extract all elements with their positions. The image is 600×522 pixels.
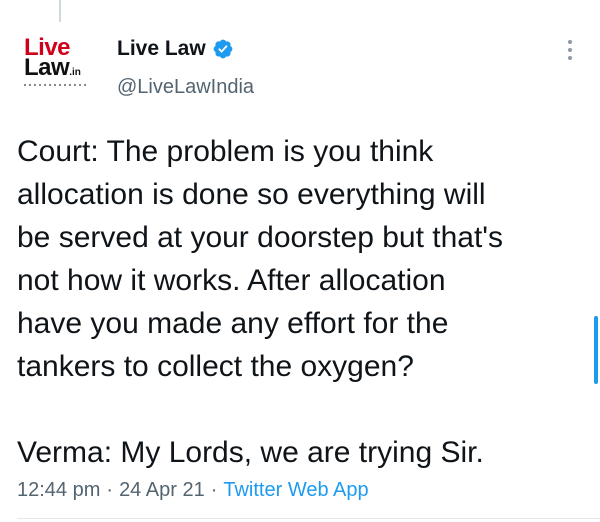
divider (17, 518, 600, 519)
avatar-logo-law: Law.in (24, 56, 81, 85)
meta-separator: · (106, 479, 114, 501)
avatar-logo-suffix: .in (69, 67, 81, 78)
more-dot (568, 40, 572, 44)
scrollbar-thumb[interactable] (594, 316, 598, 384)
author-handle[interactable]: @LiveLawIndia (117, 74, 254, 100)
tweet-source-link[interactable]: Twitter Web App (223, 479, 368, 501)
tweet-date[interactable]: 24 Apr 21 (119, 479, 205, 501)
avatar[interactable]: Live Law.in (20, 36, 100, 100)
avatar-logo-tagline (24, 84, 88, 86)
verified-badge-icon (213, 39, 233, 59)
more-dot (568, 48, 572, 52)
tweet-time[interactable]: 12:44 pm (17, 479, 100, 501)
author-display-name[interactable]: Live Law (117, 36, 234, 62)
more-options-icon[interactable] (558, 36, 582, 64)
tweet-text: Court: The problem is you think allocati… (17, 130, 587, 474)
more-dot (568, 56, 572, 60)
avatar-logo-law-text: Law (24, 54, 70, 81)
meta-separator: · (210, 479, 218, 501)
tweet-metadata: 12:44 pm · 24 Apr 21 · Twitter Web App (17, 476, 369, 504)
tweet-paragraph-court: Court: The problem is you think allocati… (17, 135, 504, 383)
thread-line (59, 0, 61, 22)
author-name-text[interactable]: Live Law (117, 36, 206, 62)
tweet-paragraph-verma: Verma: My Lords, we are trying Sir. (17, 436, 484, 469)
